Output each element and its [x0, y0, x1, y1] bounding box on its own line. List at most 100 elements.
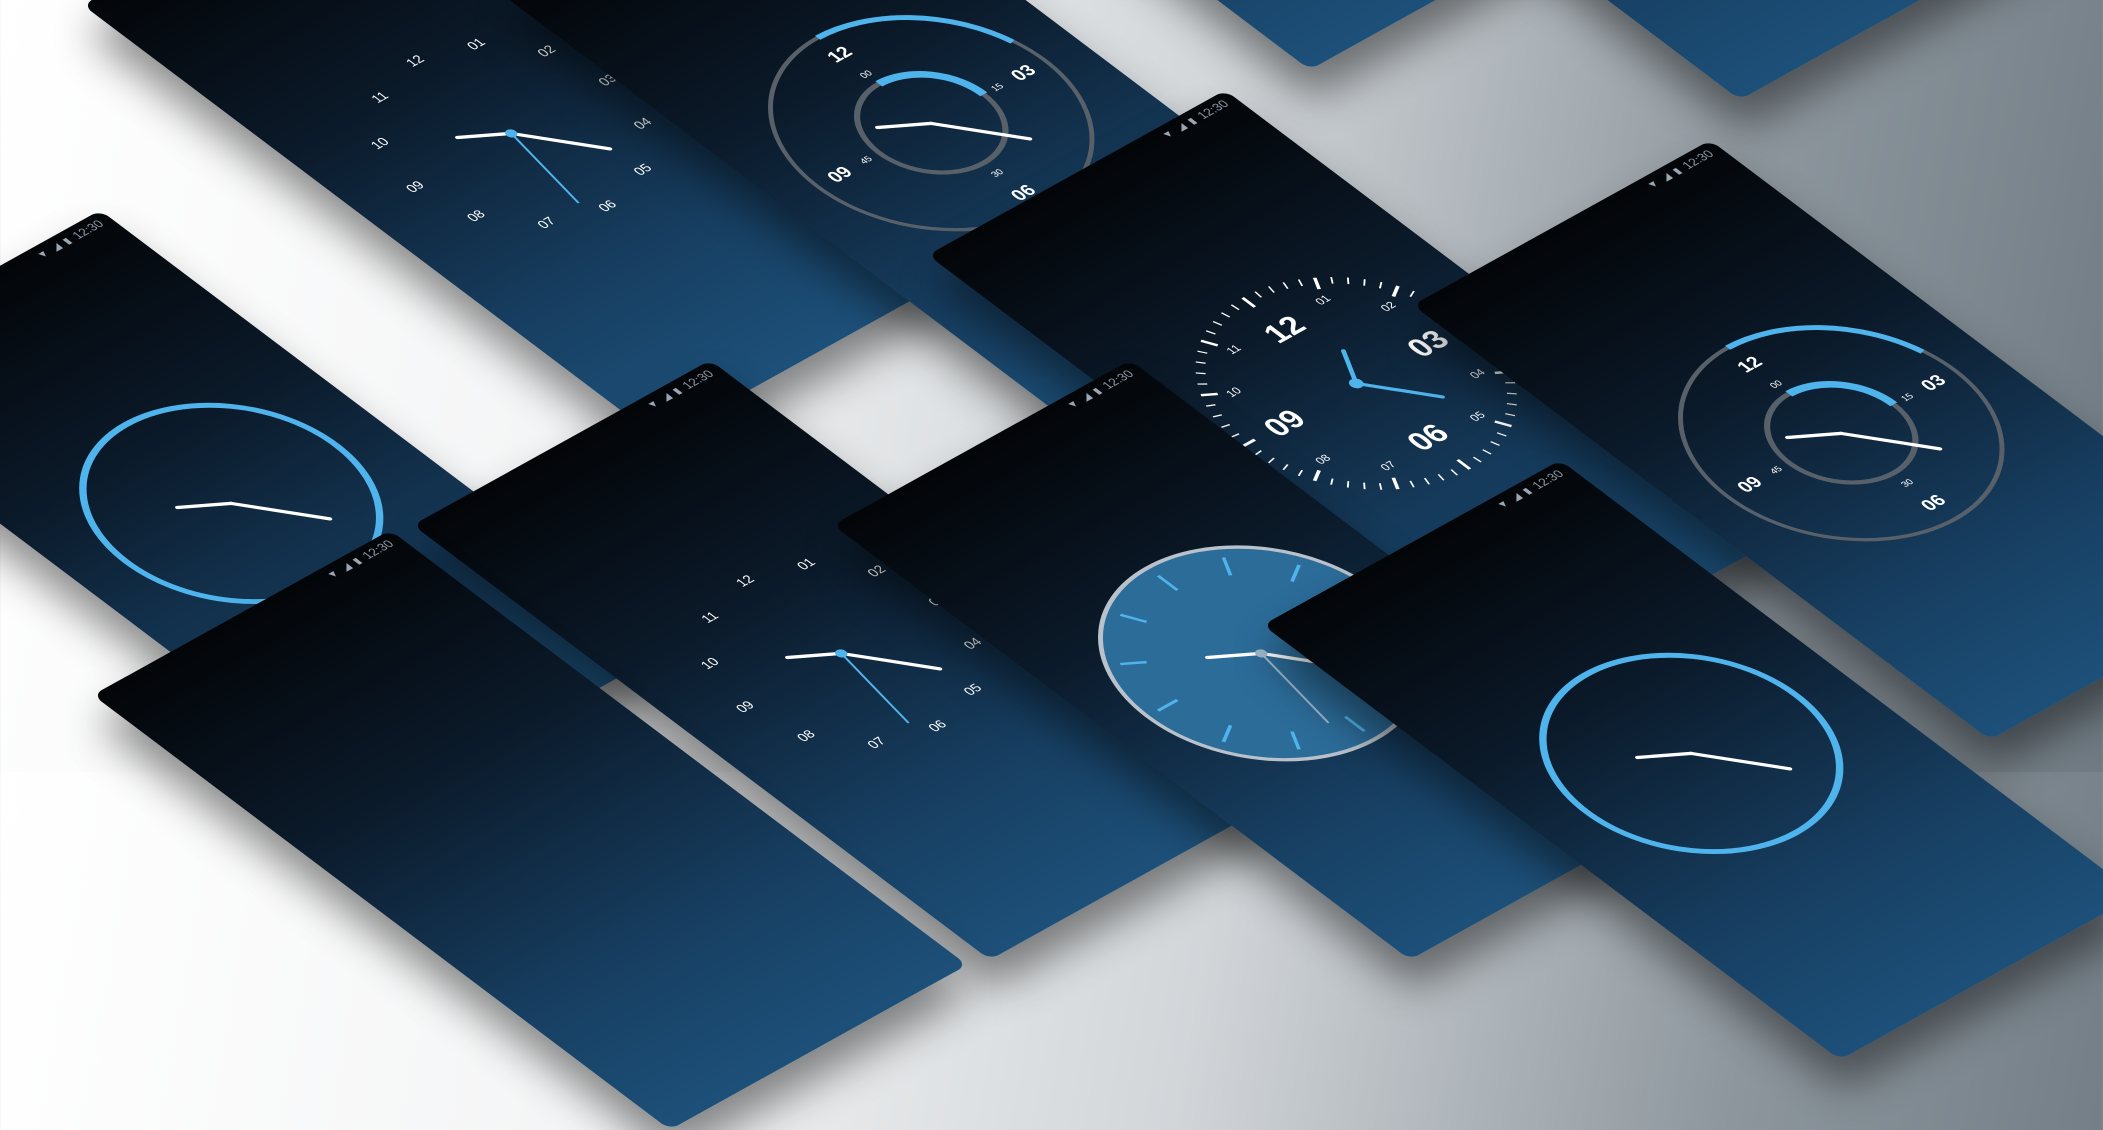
hour-hand	[455, 131, 514, 140]
signal-icon: ◢	[657, 391, 675, 403]
status-time: 12:30	[1678, 147, 1718, 172]
dial-number: 08	[463, 208, 488, 224]
battery-icon: ▮	[59, 236, 75, 247]
dial-tick	[1482, 449, 1492, 455]
signal-icon: ◢	[1507, 491, 1525, 503]
dial-number: 01	[794, 556, 819, 572]
dial-tick	[1363, 279, 1366, 286]
hour-hand	[1635, 751, 1694, 760]
hour-hand	[175, 501, 234, 510]
dial-number: 10	[367, 135, 392, 152]
dial-tick	[1437, 474, 1445, 481]
dial-tick	[1212, 320, 1223, 326]
dial-tick	[1230, 304, 1240, 311]
dial-tick	[1197, 383, 1208, 385]
minute-hand	[1838, 431, 1943, 451]
dial-tick	[1391, 477, 1400, 490]
dial-tick	[1505, 413, 1516, 417]
inner-progress-arc	[1785, 381, 1898, 407]
hour-hand	[785, 651, 844, 660]
dial-tick	[1494, 420, 1513, 428]
dial-number: 09	[402, 179, 427, 195]
dial-tick	[1330, 277, 1334, 284]
dial-tick	[1330, 478, 1334, 485]
dial-tick	[1423, 477, 1431, 485]
dial-tick	[1195, 372, 1206, 375]
status-bar: ▼ ◢ ▮ 12:30	[1413, 140, 1730, 319]
dial-minute-mark: 30	[988, 167, 1006, 179]
status-bar: ▼ ◢ ▮ 12:30	[503, 0, 820, 10]
dial-tick	[1312, 469, 1321, 482]
minute-hand	[1353, 381, 1445, 399]
dial-number: 03	[1006, 61, 1041, 84]
inner-progress-arc	[875, 71, 988, 97]
battery-icon: ▮	[1669, 166, 1685, 177]
dial-minute-mark: 30	[1898, 477, 1916, 489]
wifi-icon: ▼	[1644, 178, 1663, 191]
minute-hand	[508, 131, 613, 151]
dial-tick	[1506, 392, 1517, 395]
battery-icon: ▮	[669, 386, 685, 397]
dial-number: 09	[1732, 473, 1767, 496]
wifi-icon: ▼	[34, 248, 53, 261]
signal-icon: ◢	[1657, 171, 1675, 183]
dial-tick	[1297, 469, 1304, 477]
dial-number: 11	[698, 609, 722, 625]
hour-hand	[875, 121, 934, 130]
dial-number: 12	[822, 43, 857, 66]
wifi-icon: ▼	[1159, 128, 1178, 141]
dial-tick	[1254, 291, 1263, 298]
wifi-icon: ▼	[1064, 398, 1083, 411]
dial-tick	[1346, 481, 1350, 488]
minute-hand	[838, 651, 943, 671]
dial-tick	[1205, 330, 1216, 335]
dial-tick	[1496, 432, 1507, 437]
dial-number: 06	[925, 718, 950, 734]
dial-minute-mark: 45	[857, 154, 875, 166]
minute-hand	[1688, 751, 1793, 771]
signal-icon: ◢	[1077, 391, 1095, 403]
minute-hand	[228, 501, 333, 521]
dial-minute-mark: 15	[1898, 391, 1916, 403]
dial-tick	[1378, 281, 1383, 289]
status-time: 12:30	[1193, 97, 1233, 122]
dial-tick	[1200, 392, 1219, 397]
dial-number: 02	[534, 43, 559, 59]
dial-number: 08	[1313, 453, 1334, 466]
dial-number: 09	[822, 163, 857, 186]
hour-hand	[1785, 431, 1844, 440]
dial-tick	[1312, 277, 1321, 290]
dial-tick	[1456, 459, 1472, 470]
dial-tick	[1450, 469, 1459, 476]
dial-number: 04	[630, 115, 655, 132]
dial-number: 12	[403, 53, 428, 69]
wifi-icon: ▼	[1494, 498, 1513, 511]
dial-number: 11	[368, 89, 392, 105]
dial-number: 10	[1224, 386, 1245, 399]
signal-icon: ◢	[337, 561, 355, 573]
dial-tick	[1205, 404, 1216, 407]
dial-tick	[1282, 464, 1289, 471]
dial-tick	[1378, 483, 1383, 490]
dial-tick	[1212, 414, 1223, 418]
status-time: 12:30	[68, 217, 108, 242]
dial-minute-mark: 45	[1767, 464, 1785, 476]
wifi-icon: ▼	[324, 568, 343, 581]
battery-icon: ▮	[1519, 486, 1535, 497]
signal-icon: ◢	[47, 241, 65, 253]
wifi-icon: ▼	[644, 398, 663, 411]
dial-number: 04	[1468, 367, 1489, 381]
status-bar: ▼ ◢ ▮ 12:30	[0, 210, 119, 389]
dial-number-large: 12	[1255, 310, 1313, 348]
dial-tick	[1195, 361, 1206, 364]
dial-tick	[1220, 423, 1231, 428]
dial-tick	[1346, 277, 1350, 285]
battery-icon: ▮	[1089, 386, 1105, 397]
dial-number: 10	[697, 655, 722, 672]
dial-tick	[1409, 480, 1415, 488]
hour-hand	[1340, 349, 1359, 386]
dial-tick	[1267, 457, 1275, 464]
dial-tick	[1241, 297, 1257, 308]
dial-tick	[1200, 339, 1219, 347]
dial-tick	[1409, 290, 1415, 297]
